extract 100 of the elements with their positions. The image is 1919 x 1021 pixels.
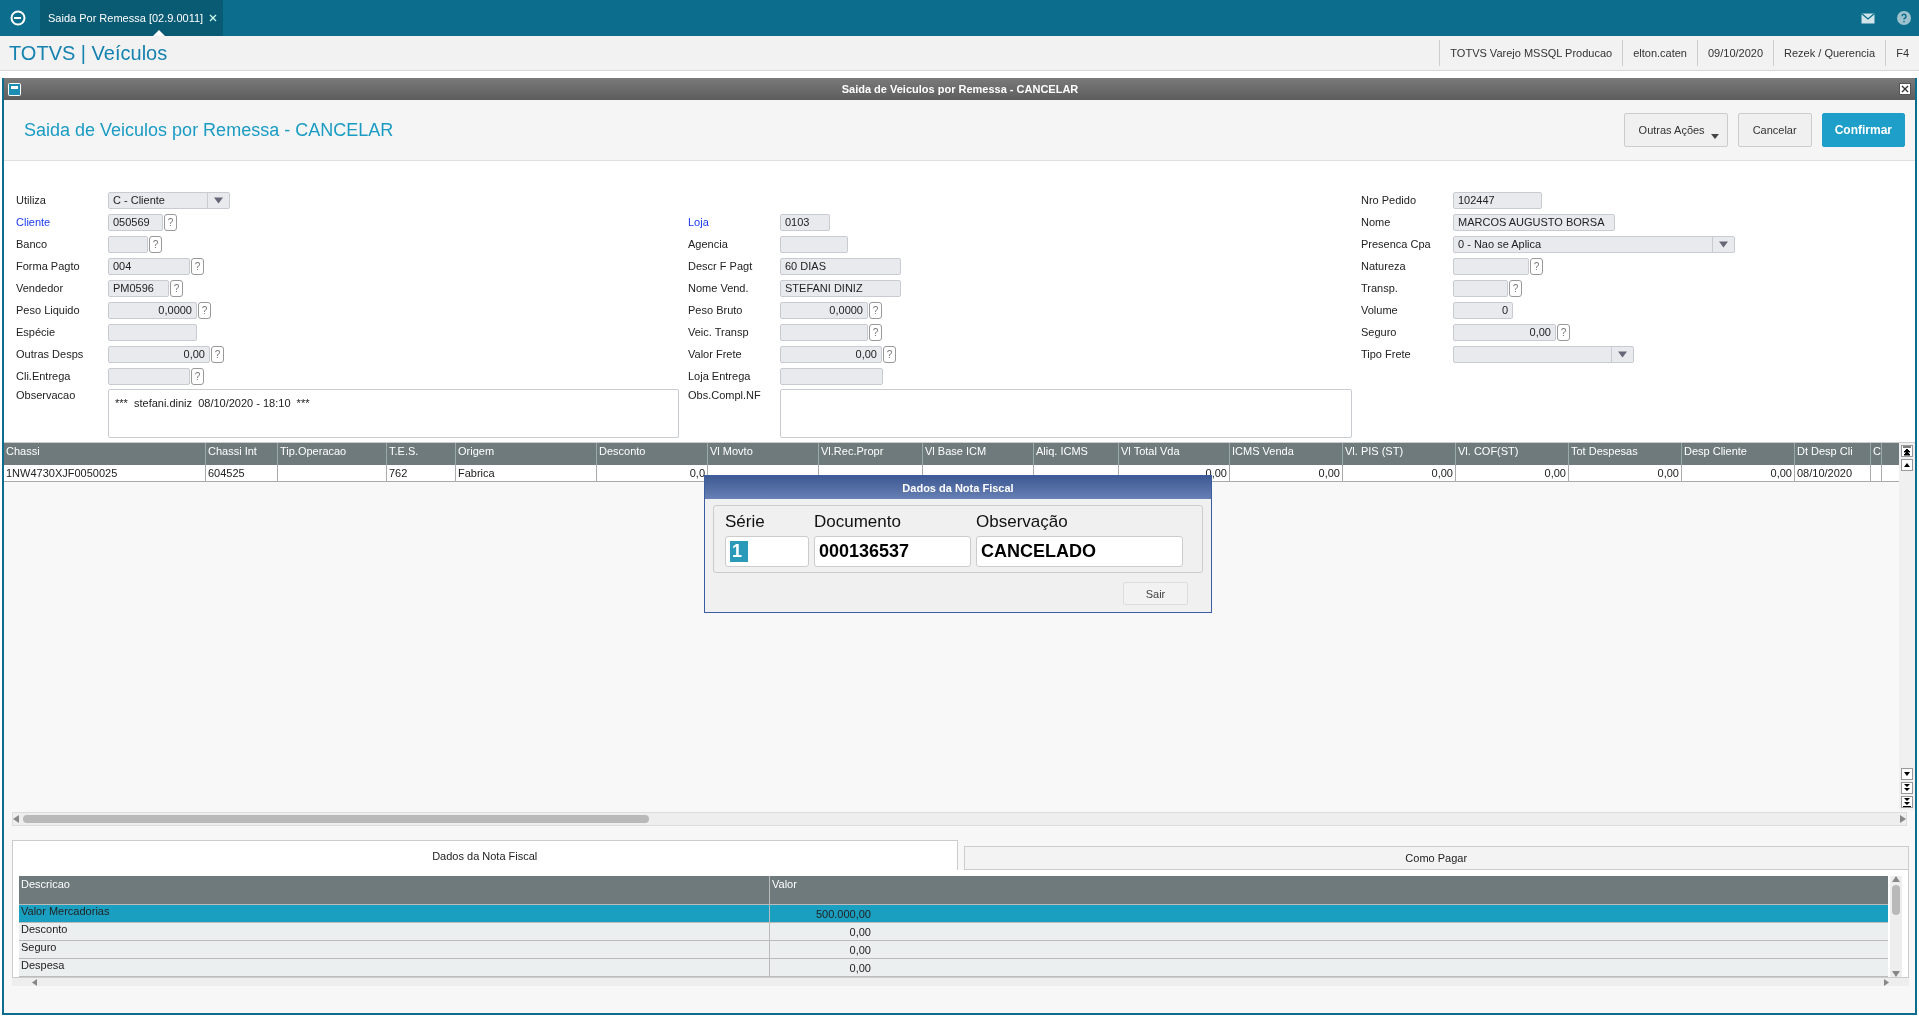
dropdown-field[interactable]: 0 - Nao se Aplica — [1453, 235, 1735, 253]
input-field[interactable] — [780, 235, 848, 253]
help-icon[interactable] — [1897, 11, 1911, 25]
input-field[interactable] — [108, 323, 197, 341]
scroll-to-bottom-icon[interactable] — [1901, 796, 1913, 808]
field-label: Outras Desps — [16, 348, 85, 360]
table-cell: 0,00 — [1456, 465, 1569, 481]
header-info: elton.caten — [1622, 40, 1697, 66]
more-actions-button[interactable]: Outras Ações — [1623, 113, 1728, 147]
mail-icon[interactable] — [1861, 12, 1875, 24]
table-row[interactable]: Desconto 0,00 — [19, 923, 1888, 941]
field-label: Nome — [1361, 216, 1392, 228]
field-label: Presenca Cpa — [1361, 238, 1432, 250]
input-field[interactable]: 000136537 — [814, 536, 971, 567]
column-header[interactable]: Descricao — [19, 876, 770, 904]
input-field[interactable]: STEFANI DINIZ — [780, 279, 901, 297]
horizontal-scrollbar[interactable] — [12, 978, 1909, 986]
scroll-down-fast-icon[interactable] — [1901, 782, 1913, 794]
input-field[interactable] — [780, 367, 883, 385]
dropdown-field[interactable] — [1453, 345, 1634, 363]
scroll-left-icon[interactable] — [32, 978, 37, 986]
lookup-button[interactable]: ? — [191, 257, 204, 275]
table-row[interactable]: Valor Mercadorias 500.000,00 — [19, 905, 1888, 923]
table-cell: 0,00 — [1230, 465, 1343, 481]
input-field[interactable] — [780, 323, 868, 341]
field-label: Peso Liquido — [16, 304, 81, 316]
field-label: Peso Bruto — [688, 304, 744, 316]
table-row[interactable]: Seguro 0,00 — [19, 941, 1888, 959]
field-label: Banco — [16, 238, 49, 250]
input-field[interactable]: 60 DIAS — [780, 257, 901, 275]
input-field[interactable]: MARCOS AUGUSTO BORSA — [1453, 213, 1615, 231]
input-field[interactable]: 0103 — [780, 213, 830, 231]
text-area[interactable] — [780, 389, 1352, 438]
field-label: Documento — [814, 512, 902, 532]
field-label: Obs.Compl.NF — [688, 389, 762, 401]
lookup-button[interactable]: ? — [170, 279, 183, 297]
lookup-button[interactable]: ? — [164, 213, 177, 231]
lookup-button[interactable]: ? — [211, 345, 224, 363]
table-cell: 0,00 — [1343, 465, 1456, 481]
scroll-down-icon[interactable] — [1901, 768, 1913, 780]
input-field[interactable]: CANCELADO — [976, 536, 1183, 567]
input-field[interactable]: 050569 — [108, 213, 163, 231]
lookup-button[interactable]: ? — [869, 301, 882, 319]
input-field[interactable]: 004 — [108, 257, 190, 275]
input-field[interactable] — [1453, 279, 1508, 297]
input-field[interactable]: 0 — [1453, 301, 1513, 319]
dropdown-field[interactable]: C - Cliente — [108, 191, 230, 209]
vertical-scrollbar[interactable] — [1890, 876, 1902, 977]
lookup-button[interactable]: ? — [869, 323, 882, 341]
input-field[interactable]: 102447 — [1453, 191, 1542, 209]
panel-tab[interactable]: Dados da Nota Fiscal — [12, 840, 958, 870]
page-heading: Saida de Veiculos por Remessa - CANCELAR — [24, 119, 394, 141]
logo-icon[interactable] — [10, 10, 26, 26]
cancel-button[interactable]: Cancelar — [1737, 113, 1812, 147]
field-label: Cliente — [16, 216, 52, 228]
field-label: Utiliza — [16, 194, 47, 206]
input-field[interactable]: 1 — [725, 536, 809, 567]
field-label: Observação — [976, 512, 1069, 532]
input-field[interactable]: 0,00 — [780, 345, 882, 363]
input-field[interactable]: PM0596 — [108, 279, 169, 297]
lookup-button[interactable]: ? — [1509, 279, 1522, 297]
scrollbar-thumb[interactable] — [1892, 885, 1900, 915]
scroll-up-icon[interactable] — [1901, 459, 1913, 471]
input-field[interactable]: 0,0000 — [780, 301, 868, 319]
lookup-button[interactable]: ? — [1530, 257, 1543, 275]
column-header[interactable]: Valor — [770, 876, 799, 890]
field-label: Série — [725, 512, 766, 532]
exit-button[interactable]: Sair — [1123, 582, 1188, 605]
scroll-right-icon[interactable] — [1884, 978, 1889, 986]
text-area[interactable]: *** stefani.diniz 08/10/2020 - 18:10 *** — [108, 389, 679, 438]
lookup-button[interactable]: ? — [198, 301, 211, 319]
horizontal-scrollbar[interactable] — [12, 812, 1907, 826]
input-field[interactable]: 0,0000 — [108, 301, 197, 319]
app-tab[interactable]: Saida Por Remessa [02.9.0011] — [40, 0, 224, 36]
lookup-button[interactable]: ? — [1557, 323, 1570, 341]
input-field[interactable]: 0,00 — [108, 345, 210, 363]
table-cell: 762 — [387, 465, 456, 481]
field-label: Valor Frete — [688, 348, 743, 360]
table-row[interactable]: Despesa 0,00 — [19, 959, 1888, 977]
field-label: Observacao — [16, 389, 77, 401]
input-field[interactable] — [1453, 257, 1529, 275]
field-label: Espécie — [16, 326, 57, 338]
lookup-button[interactable]: ? — [149, 235, 162, 253]
scroll-right-icon[interactable] — [1900, 815, 1906, 823]
field-label: Agencia — [688, 238, 729, 250]
input-field[interactable]: 0,00 — [1453, 323, 1556, 341]
table-cell: Fabrica — [456, 465, 597, 481]
lookup-button[interactable]: ? — [883, 345, 896, 363]
pointer-icon — [153, 30, 165, 36]
panel-tab[interactable]: Como Pagar — [963, 846, 1909, 870]
header-info: 09/10/2020 — [1697, 40, 1774, 66]
input-field[interactable] — [108, 367, 190, 385]
close-icon[interactable] — [1899, 83, 1911, 95]
scroll-to-top-icon[interactable] — [1901, 445, 1913, 457]
window-icon — [8, 82, 21, 96]
confirm-button[interactable]: Confirmar — [1821, 113, 1905, 147]
scrollbar-thumb[interactable] — [23, 815, 649, 823]
input-field[interactable] — [108, 235, 148, 253]
lookup-button[interactable]: ? — [191, 367, 204, 385]
scroll-left-icon[interactable] — [13, 815, 19, 823]
